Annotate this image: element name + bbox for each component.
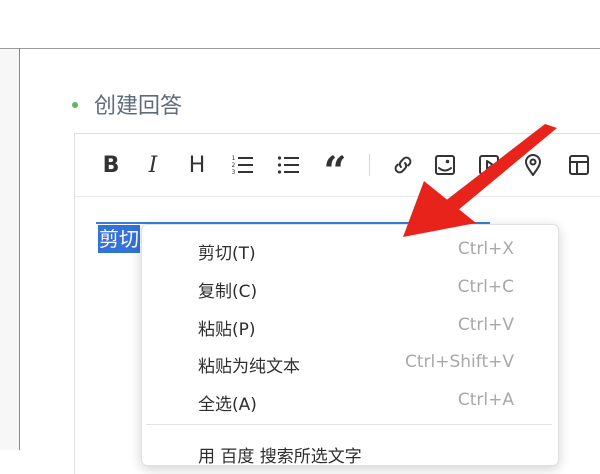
editor-toolbar: B I H 1 2 3 “ (75, 134, 600, 197)
section-title: 创建回答 (94, 94, 183, 119)
menu-item-label: 用 百度 搜索所选文字 (198, 447, 362, 466)
ordered-list-icon: 1 2 3 (232, 155, 253, 176)
window-left-border (19, 48, 20, 450)
menu-item-label: 剪切(T) (198, 244, 256, 264)
menu-item-copy[interactable]: 复制(C) Ctrl+C (142, 270, 558, 306)
window-top-area (0, 0, 600, 48)
location-icon (525, 154, 541, 176)
window-top-border (0, 48, 600, 49)
menu-divider (146, 424, 552, 425)
menu-item-shortcut: Ctrl+Shift+V (404, 352, 514, 372)
svg-text:3: 3 (232, 169, 236, 176)
toolbar-divider (369, 154, 370, 176)
link-button[interactable] (389, 151, 417, 179)
table-button[interactable] (565, 151, 593, 179)
image-icon (435, 155, 455, 175)
menu-item-select-all[interactable]: 全选(A) Ctrl+A (142, 383, 558, 419)
menu-item-label: 全选(A) (198, 395, 257, 415)
window-left-margin (0, 49, 19, 450)
italic-button[interactable]: I (139, 151, 167, 179)
menu-item-label: 粘贴(P) (198, 320, 256, 340)
video-button[interactable] (475, 151, 503, 179)
answer-section-heading: 创建回答 (72, 88, 182, 120)
quote-button[interactable]: “ (321, 151, 349, 192)
heading-icon: H (188, 152, 206, 178)
menu-item-shortcut: Ctrl+X (457, 239, 514, 259)
link-icon (394, 156, 412, 174)
context-menu: 剪切(T) Ctrl+X 复制(C) Ctrl+C 粘贴(P) Ctrl+V 粘… (141, 224, 559, 466)
bold-button[interactable]: B (97, 151, 125, 179)
menu-item-paste[interactable]: 粘贴(P) Ctrl+V (142, 308, 558, 344)
menu-item-label: 复制(C) (198, 282, 258, 302)
menu-item-cut[interactable]: 剪切(T) Ctrl+X (142, 232, 558, 268)
svg-text:1: 1 (232, 155, 236, 162)
video-icon (479, 155, 499, 175)
menu-item-label: 粘贴为纯文本 (198, 357, 300, 377)
image-button[interactable] (431, 151, 459, 179)
italic-icon: I (148, 152, 158, 178)
bullet-icon (72, 102, 78, 108)
unordered-list-icon (277, 156, 299, 174)
selected-text[interactable]: 剪切 (98, 225, 140, 253)
unordered-list-button[interactable] (275, 151, 303, 179)
location-button[interactable] (519, 151, 547, 179)
quote-icon: “ (323, 148, 347, 195)
svg-text:2: 2 (232, 162, 236, 169)
heading-button[interactable]: H (183, 151, 211, 179)
menu-item-shortcut: Ctrl+A (457, 390, 514, 410)
ordered-list-button[interactable]: 1 2 3 (229, 151, 257, 179)
menu-item-paste-plain-text[interactable]: 粘贴为纯文本 Ctrl+Shift+V (142, 345, 558, 381)
menu-item-shortcut: Ctrl+C (457, 277, 514, 297)
table-icon (569, 155, 589, 175)
menu-item-shortcut: Ctrl+V (457, 315, 514, 335)
menu-item-search-selection[interactable]: 用 百度 搜索所选文字 (142, 435, 558, 466)
bold-icon: B (102, 152, 120, 178)
